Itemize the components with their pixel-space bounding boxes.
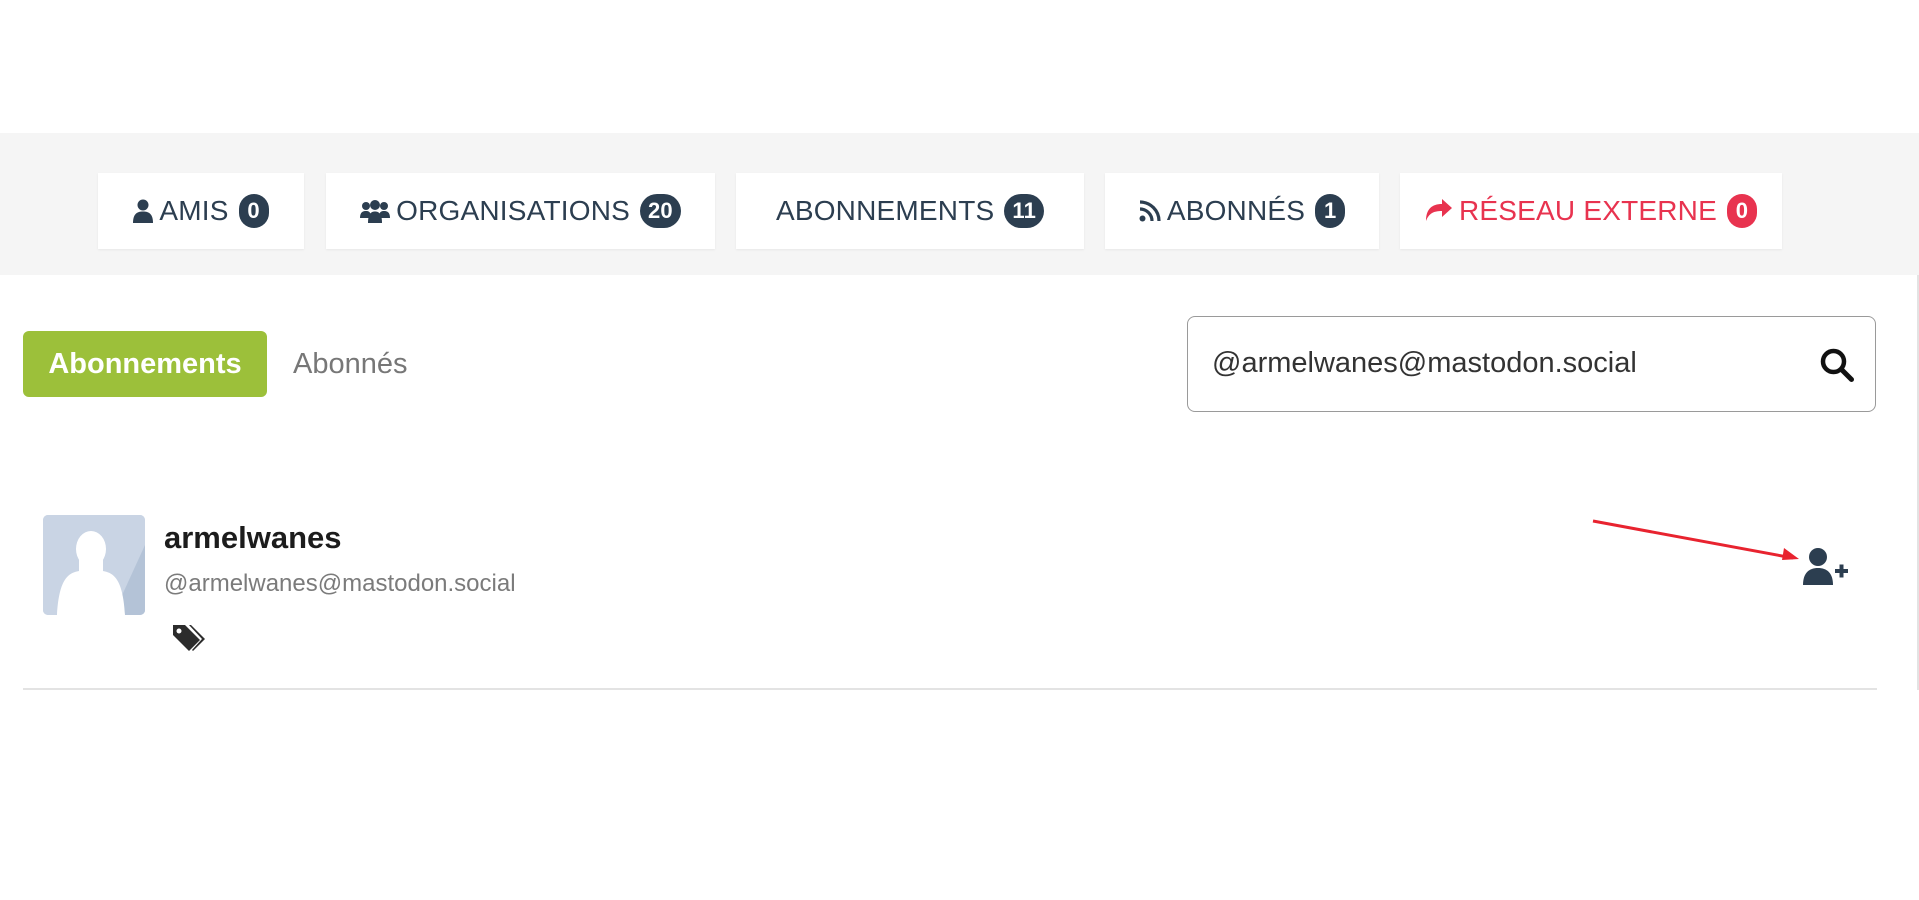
tab-amis[interactable]: AMIS 0 <box>98 173 304 249</box>
count-badge: 20 <box>640 194 681 228</box>
share-icon <box>1425 199 1453 223</box>
tab-reseau-externe[interactable]: RÉSEAU EXTERNE 0 <box>1400 173 1782 249</box>
account-name: armelwanes <box>164 520 342 555</box>
tab-organisations[interactable]: ORGANISATIONS 20 <box>326 173 715 249</box>
rss-icon <box>1139 200 1161 222</box>
page: AMIS 0 ORGANISATIONS 20 ABONNEMENTS 11 A… <box>0 0 1919 900</box>
tab-label: ORGANISATIONS <box>396 195 630 226</box>
count-badge: 11 <box>1004 194 1045 228</box>
tab-abonnes[interactable]: ABONNÉS 1 <box>1105 173 1379 249</box>
count-badge: 1 <box>1315 194 1346 228</box>
user-icon <box>133 199 154 223</box>
toggle-abonnements[interactable]: Abonnements <box>23 331 267 397</box>
count-badge: 0 <box>1726 194 1757 228</box>
tab-label: ABONNÉS <box>1166 195 1306 226</box>
count-badge: 0 <box>238 194 269 228</box>
search-input[interactable] <box>1212 317 1772 410</box>
tab-abonnements[interactable]: ABONNEMENTS 11 <box>736 173 1084 249</box>
account-handle: @armelwanes@mastodon.social <box>164 570 516 597</box>
tag-icon[interactable] <box>171 623 205 655</box>
follow-user-icon[interactable] <box>1803 547 1849 587</box>
annotation-arrow <box>1592 519 1799 560</box>
search-box <box>1187 316 1876 412</box>
search-icon[interactable] <box>1817 345 1857 385</box>
tab-label: ABONNEMENTS <box>775 195 995 226</box>
users-icon <box>360 199 391 223</box>
tab-label: RÉSEAU EXTERNE <box>1459 195 1717 226</box>
tab-strip: AMIS 0 ORGANISATIONS 20 ABONNEMENTS 11 A… <box>0 133 1919 275</box>
tab-label: AMIS <box>159 195 229 226</box>
avatar <box>43 515 145 615</box>
toggle-abonnes[interactable]: Abonnés <box>293 331 408 397</box>
